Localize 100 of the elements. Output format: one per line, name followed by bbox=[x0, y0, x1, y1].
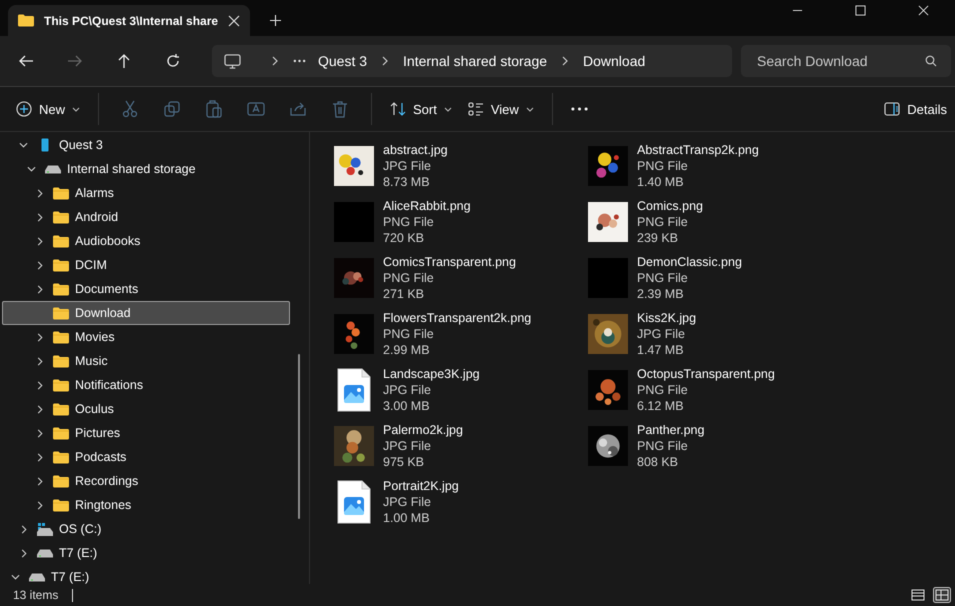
add-tab-icon[interactable] bbox=[270, 15, 282, 26]
file-tile[interactable]: Comics.png PNG File 239 KB bbox=[584, 194, 838, 250]
drive-icon bbox=[37, 522, 53, 536]
item-count: 13 items bbox=[13, 588, 58, 602]
file-size: 1.00 MB bbox=[383, 510, 431, 526]
chevron-right-icon[interactable] bbox=[37, 188, 43, 198]
tree-item[interactable]: Music bbox=[2, 349, 290, 373]
tree-item[interactable]: Download bbox=[2, 301, 290, 325]
file-tile[interactable]: Kiss2K.jpg JPG File 1.47 MB bbox=[584, 306, 838, 362]
chevron-down-icon[interactable] bbox=[19, 142, 28, 148]
folder-icon bbox=[53, 258, 69, 272]
file-name: Kiss2K.jpg bbox=[637, 310, 696, 326]
tree-item[interactable]: Movies bbox=[2, 325, 290, 349]
up-icon[interactable] bbox=[116, 53, 132, 69]
tree-item[interactable]: T7 (E:) bbox=[2, 541, 290, 565]
more-icon[interactable] bbox=[570, 107, 588, 111]
image-file-icon bbox=[337, 368, 371, 412]
chevron-right-icon[interactable] bbox=[21, 548, 27, 558]
tree-item[interactable]: Pictures bbox=[2, 421, 290, 445]
file-tile[interactable]: Palermo2k.jpg JPG File 975 KB bbox=[330, 418, 584, 474]
tree-item[interactable]: Notifications bbox=[2, 373, 290, 397]
folder-icon bbox=[53, 474, 69, 488]
file-tile[interactable]: AliceRabbit.png PNG File 720 KB bbox=[330, 194, 584, 250]
file-name: Palermo2k.jpg bbox=[383, 422, 463, 438]
chevron-right-icon[interactable] bbox=[37, 356, 43, 366]
file-name: Comics.png bbox=[637, 198, 703, 214]
file-size: 8.73 MB bbox=[383, 174, 431, 190]
file-tile[interactable]: FlowersTransparent2k.png PNG File 2.99 MB bbox=[330, 306, 584, 362]
tree-item[interactable]: OS (C:) bbox=[2, 517, 290, 541]
tree-item[interactable]: Recordings bbox=[2, 469, 290, 493]
folder-icon bbox=[53, 330, 69, 344]
file-tile[interactable]: abstract.jpg JPG File 8.73 MB bbox=[330, 138, 584, 194]
search-field[interactable]: Search Download bbox=[755, 52, 925, 70]
chevron-right-icon[interactable] bbox=[37, 380, 43, 390]
scrollbar[interactable] bbox=[298, 354, 300, 519]
chevron-down-icon[interactable] bbox=[27, 166, 36, 172]
chevron-right-icon[interactable] bbox=[37, 260, 43, 270]
new-button[interactable]: New bbox=[8, 95, 88, 123]
tree-item[interactable]: Audiobooks bbox=[2, 229, 290, 253]
details-button[interactable]: Details bbox=[876, 95, 955, 123]
tree-item[interactable]: Quest 3 bbox=[2, 133, 290, 157]
file-tile[interactable]: OctopusTransparent.png PNG File 6.12 MB bbox=[584, 362, 838, 418]
tree-item[interactable]: Documents bbox=[2, 277, 290, 301]
breadcrumb-item[interactable]: Download bbox=[583, 53, 646, 69]
folder-icon bbox=[53, 378, 69, 392]
file-tile[interactable]: ComicsTransparent.png PNG File 271 KB bbox=[330, 250, 584, 306]
file-type: JPG File bbox=[383, 438, 432, 454]
chevron-right-icon[interactable] bbox=[37, 212, 43, 222]
chevron-right-icon[interactable] bbox=[37, 452, 43, 462]
drive-icon bbox=[37, 546, 53, 560]
tree-item[interactable]: Oculus bbox=[2, 397, 290, 421]
file-type: JPG File bbox=[383, 158, 432, 174]
drive-icon bbox=[45, 162, 61, 176]
chevron-right-icon[interactable] bbox=[37, 332, 43, 342]
folder-icon bbox=[53, 402, 69, 416]
tree-item[interactable]: Alarms bbox=[2, 181, 290, 205]
close-icon[interactable] bbox=[918, 5, 929, 16]
view-button[interactable]: View bbox=[460, 95, 542, 123]
more-icon[interactable] bbox=[293, 59, 306, 63]
folder-icon bbox=[53, 234, 69, 248]
breadcrumb-item[interactable]: Quest 3 bbox=[318, 53, 368, 69]
tree-item[interactable]: Internal shared storage bbox=[2, 157, 290, 181]
refresh-icon[interactable] bbox=[165, 53, 181, 69]
chevron-right-icon[interactable] bbox=[21, 524, 27, 534]
chevron-right-icon[interactable] bbox=[37, 236, 43, 246]
search-box[interactable]: Search Download bbox=[741, 45, 951, 77]
file-tile[interactable]: Panther.png PNG File 808 KB bbox=[584, 418, 838, 474]
address-bar[interactable]: Quest 3 Internal shared storage Download bbox=[212, 45, 732, 77]
tree-item[interactable]: DCIM bbox=[2, 253, 290, 277]
file-tile[interactable]: AbstractTransp2k.png PNG File 1.40 MB bbox=[584, 138, 838, 194]
chevron-right-icon[interactable] bbox=[37, 476, 43, 486]
file-name: FlowersTransparent2k.png bbox=[383, 310, 532, 326]
chevron-down-icon[interactable] bbox=[11, 574, 20, 580]
chevron-right-icon[interactable] bbox=[37, 428, 43, 438]
window-tab[interactable]: This PC\Quest 3\Internal share bbox=[8, 5, 250, 36]
close-icon[interactable] bbox=[228, 14, 240, 26]
tree-item[interactable]: Android bbox=[2, 205, 290, 229]
back-icon[interactable] bbox=[18, 53, 34, 69]
tree-item[interactable]: T7 (E:) bbox=[2, 565, 290, 584]
tree-item[interactable]: Podcasts bbox=[2, 445, 290, 469]
file-type: PNG File bbox=[637, 382, 689, 398]
folder-icon bbox=[53, 186, 69, 200]
chevron-right-icon[interactable] bbox=[37, 404, 43, 414]
sort-button[interactable]: Sort bbox=[382, 95, 460, 123]
folder-icon bbox=[53, 498, 69, 512]
file-size: 6.12 MB bbox=[637, 398, 685, 414]
file-type: JPG File bbox=[637, 326, 686, 342]
breadcrumb-item[interactable]: Internal shared storage bbox=[403, 53, 548, 69]
caret-icon bbox=[526, 106, 534, 112]
details-view-icon[interactable] bbox=[909, 587, 927, 603]
file-tile[interactable]: DemonClassic.png PNG File 2.39 MB bbox=[584, 250, 838, 306]
file-size: 1.40 MB bbox=[637, 174, 685, 190]
tiles-view-icon[interactable] bbox=[933, 587, 951, 603]
tree-item[interactable]: Ringtones bbox=[2, 493, 290, 517]
file-tile[interactable]: Landscape3K.jpg JPG File 3.00 MB bbox=[330, 362, 584, 418]
chevron-right-icon[interactable] bbox=[37, 284, 43, 294]
chevron-right-icon[interactable] bbox=[37, 500, 43, 510]
maximize-icon[interactable] bbox=[855, 5, 866, 16]
file-tile[interactable]: Portrait2K.jpg JPG File 1.00 MB bbox=[330, 474, 584, 530]
file-type: PNG File bbox=[637, 214, 689, 230]
